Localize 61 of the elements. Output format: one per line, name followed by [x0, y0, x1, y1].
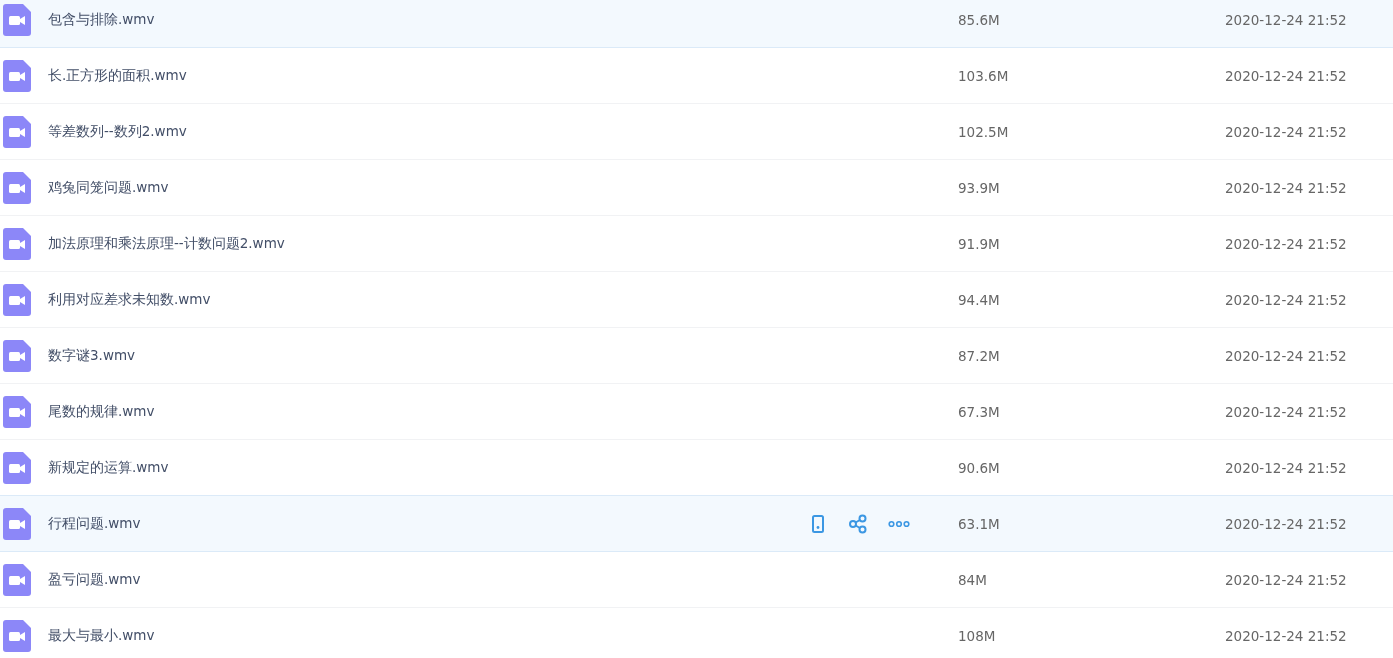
video-file-icon — [3, 507, 31, 540]
more-icon[interactable] — [888, 519, 910, 528]
file-row[interactable]: 最大与最小.wmv 108M 2020-12-24 21:52 — [0, 607, 1393, 658]
modified-time: 2020-12-24 21:52 — [1225, 291, 1347, 308]
file-size: 108M — [958, 627, 997, 644]
modified-time: 2020-12-24 21:52 — [1225, 627, 1347, 644]
file-name: 数字谜3.wmv — [48, 346, 137, 365]
modified-time: 2020-12-24 21:52 — [1225, 179, 1347, 196]
file-row[interactable]: 利用对应差求未知数.wmv 94.4M 2020-12-24 21:52 — [0, 271, 1393, 328]
video-file-icon — [3, 395, 31, 428]
video-file-icon — [3, 3, 31, 36]
file-row[interactable]: 加法原理和乘法原理--计数问题2.wmv 91.9M 2020-12-24 21:52 — [0, 215, 1393, 272]
video-file-icon — [3, 283, 31, 316]
modified-time: 2020-12-24 21:52 — [1225, 67, 1347, 84]
file-name: 鸡兔同笼问题.wmv — [48, 178, 170, 197]
modified-time: 2020-12-24 21:52 — [1225, 235, 1347, 252]
file-row[interactable]: 包含与排除.wmv 85.6M 2020-12-24 21:52 — [0, 0, 1393, 48]
modified-time: 2020-12-24 21:52 — [1225, 403, 1347, 420]
file-row[interactable]: 长.正方形的面积.wmv 103.6M 2020-12-24 21:52 — [0, 47, 1393, 104]
file-size: 90.6M — [958, 459, 1001, 476]
file-name: 利用对应差求未知数.wmv — [48, 290, 212, 309]
modified-time: 2020-12-24 21:52 — [1225, 515, 1347, 532]
modified-time: 2020-12-24 21:52 — [1225, 123, 1347, 140]
file-row[interactable]: 等差数列--数列2.wmv 102.5M 2020-12-24 21:52 — [0, 103, 1393, 160]
file-size: 94.4M — [958, 291, 1001, 308]
file-name: 行程问题.wmv — [48, 514, 142, 533]
file-size: 67.3M — [958, 403, 1001, 420]
file-row[interactable]: 鸡兔同笼问题.wmv 93.9M 2020-12-24 21:52 — [0, 159, 1393, 216]
modified-time: 2020-12-24 21:52 — [1225, 571, 1347, 588]
video-file-icon — [3, 171, 31, 204]
video-file-icon — [3, 59, 31, 92]
file-size: 93.9M — [958, 179, 1001, 196]
video-file-icon — [3, 563, 31, 596]
file-name: 最大与最小.wmv — [48, 626, 156, 645]
file-name: 尾数的规律.wmv — [48, 402, 156, 421]
file-size: 87.2M — [958, 347, 1001, 364]
file-row[interactable]: 尾数的规律.wmv 67.3M 2020-12-24 21:52 — [0, 383, 1393, 440]
file-size: 85.6M — [958, 11, 1001, 28]
file-row[interactable]: 行程问题.wmv 63.1M 2020-12-24 21:52 — [0, 495, 1393, 552]
file-size: 102.5M — [958, 123, 1010, 140]
video-file-icon — [3, 451, 31, 484]
share-icon[interactable] — [848, 513, 868, 534]
video-file-icon — [3, 339, 31, 372]
file-size: 84M — [958, 571, 988, 588]
file-size: 91.9M — [958, 235, 1001, 252]
file-name: 等差数列--数列2.wmv — [48, 122, 188, 141]
file-name: 长.正方形的面积.wmv — [48, 66, 188, 85]
file-name: 加法原理和乘法原理--计数问题2.wmv — [48, 234, 286, 253]
video-file-icon — [3, 619, 31, 652]
file-name: 包含与排除.wmv — [48, 10, 156, 29]
file-size: 103.6M — [958, 67, 1010, 84]
video-file-icon — [3, 115, 31, 148]
file-row[interactable]: 盈亏问题.wmv 84M 2020-12-24 21:52 — [0, 551, 1393, 608]
file-name: 盈亏问题.wmv — [48, 570, 142, 589]
file-row[interactable]: 数字谜3.wmv 87.2M 2020-12-24 21:52 — [0, 327, 1393, 384]
modified-time: 2020-12-24 21:52 — [1225, 347, 1347, 364]
file-size: 63.1M — [958, 515, 1001, 532]
file-name: 新规定的运算.wmv — [48, 458, 170, 477]
modified-time: 2020-12-24 21:52 — [1225, 11, 1347, 28]
modified-time: 2020-12-24 21:52 — [1225, 459, 1347, 476]
video-file-icon — [3, 227, 31, 260]
